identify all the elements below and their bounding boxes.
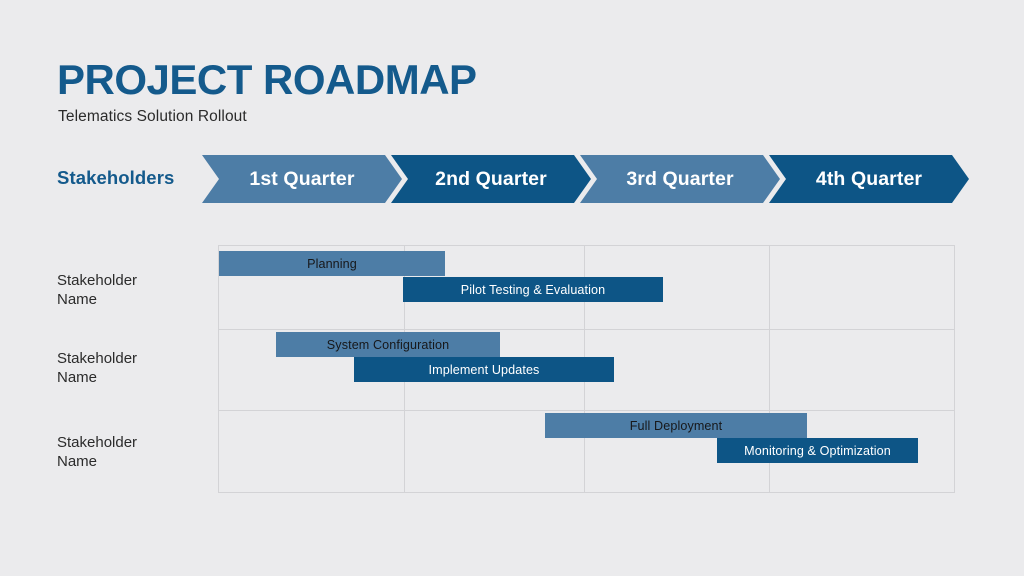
stakeholder-name-line2: Name	[57, 290, 98, 308]
gantt-task-bar[interactable]: Pilot Testing & Evaluation	[403, 277, 663, 302]
quarter-header-3[interactable]: 3rd Quarter	[580, 155, 780, 203]
stakeholder-row-label-1: Stakeholder Name	[57, 272, 207, 310]
stakeholder-row-label-2: Stakeholder Name	[57, 350, 207, 388]
gantt-grid-cell	[218, 411, 405, 493]
gantt-grid-cell	[770, 245, 955, 330]
stakeholder-name-line1: Stakeholder	[57, 434, 138, 451]
quarter-header-2[interactable]: 2nd Quarter	[391, 155, 591, 203]
gantt-grid-cell	[770, 330, 955, 411]
gantt-chart: Planning Pilot Testing & Evaluation System…	[218, 245, 955, 493]
gantt-task-bar[interactable]: Implement Updates	[354, 357, 614, 382]
quarter-header-label: 2nd Quarter	[435, 167, 547, 190]
quarter-header-label: 1st Quarter	[249, 167, 355, 190]
stakeholder-name-line2: Name	[57, 368, 98, 386]
stakeholder-name-line2: Name	[57, 452, 98, 470]
gantt-task-bar[interactable]: Monitoring & Optimization	[717, 438, 918, 463]
stakeholder-name-line1: Stakeholder	[57, 272, 138, 289]
page-title: PROJECT ROADMAP	[57, 56, 477, 103]
quarter-header-label: 3rd Quarter	[626, 167, 734, 190]
quarter-header-4[interactable]: 4th Quarter	[769, 155, 969, 203]
stakeholders-column-label: Stakeholders	[57, 167, 175, 188]
quarter-timeline-header: Stakeholders 1st Quarter 2nd Quarter 3rd Q…	[0, 155, 1024, 203]
gantt-task-bar[interactable]: System Configuration	[276, 332, 500, 357]
quarter-header-1[interactable]: 1st Quarter	[202, 155, 402, 203]
stakeholder-row-label-3: Stakeholder Name	[57, 434, 207, 472]
quarter-header-label: 4th Quarter	[815, 167, 923, 190]
stakeholder-name-line1: Stakeholder	[57, 350, 138, 367]
gantt-task-bar[interactable]: Full Deployment	[545, 413, 807, 438]
gantt-task-bar[interactable]: Planning	[219, 251, 445, 276]
page-subtitle: Telematics Solution Rollout	[58, 108, 247, 125]
